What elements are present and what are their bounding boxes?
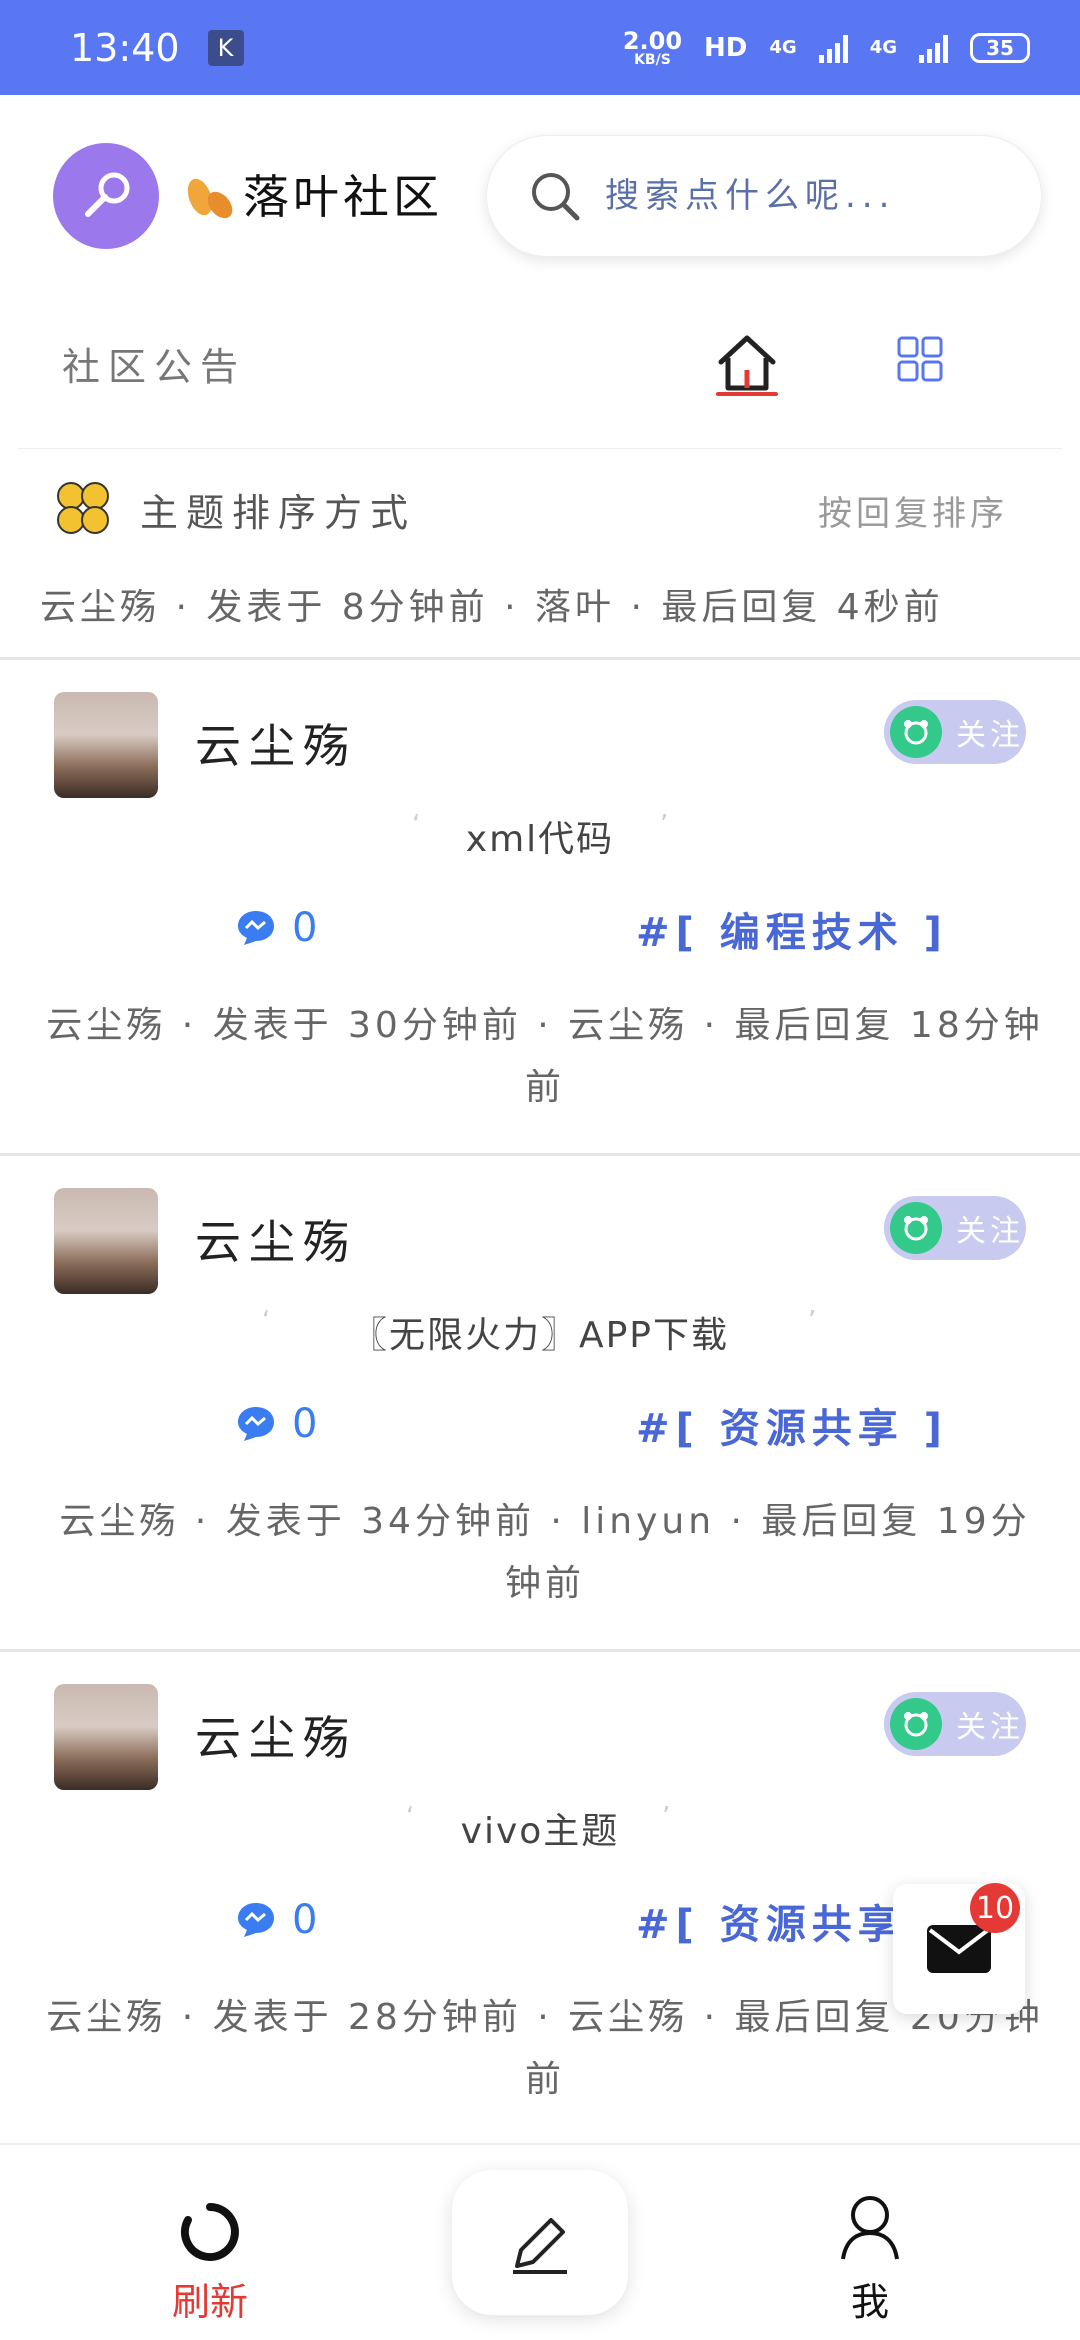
clock: 13:40 xyxy=(70,25,180,70)
microphone-icon xyxy=(85,172,130,217)
search-input[interactable] xyxy=(605,176,985,216)
search-icon xyxy=(532,173,580,221)
bear-icon xyxy=(890,1202,942,1254)
nav-me-label: 我 xyxy=(850,2280,889,2324)
nav-refresh[interactable]: 刷新 xyxy=(150,2201,270,2326)
comment-count-value: 0 xyxy=(292,1897,318,1943)
sort-title: 主题排序方式 xyxy=(140,491,417,535)
refresh-icon xyxy=(180,2203,239,2261)
post-card[interactable]: 云尘殇 关注 ‘ ’ xml代码 0 #[ 编程技术 ] 云尘殇 · 发表于 3… xyxy=(0,660,1080,1155)
sort-mode-button[interactable]: 按回复排序 xyxy=(818,486,1008,535)
post-card[interactable]: 云尘殇 关注 ‘ ’ 〖无限火力〗APP下载 0 #[ 资源共享 ] 云尘殇 ·… xyxy=(0,1156,1080,1651)
nav-refresh-label: 刷新 xyxy=(171,2280,248,2324)
nav-me[interactable]: 我 xyxy=(810,2193,930,2326)
tab-notice[interactable]: 社区公告 xyxy=(62,336,246,391)
network-speed-value: 2.00 xyxy=(622,26,683,55)
bear-icon xyxy=(890,706,942,758)
signal-2-icon xyxy=(919,33,948,63)
comment-icon xyxy=(238,911,274,945)
post-title[interactable]: vivo主题 xyxy=(0,1802,1080,1854)
post-title[interactable]: xml代码 xyxy=(0,810,1080,862)
post-title[interactable]: 〖无限火力〗APP下载 xyxy=(0,1306,1080,1358)
signal-1-icon xyxy=(818,33,848,63)
follow-label: 关注 xyxy=(956,718,1024,753)
home-tab-indicator xyxy=(716,392,778,396)
sort-meta: 云尘殇 · 发表于 8分钟前 · 落叶 · 最后回复 4秒前 xyxy=(40,587,944,628)
tab-row: 社区公告 xyxy=(0,300,1080,450)
comment-count[interactable]: 0 xyxy=(236,1897,317,1943)
signal-1-label: 4G xyxy=(769,37,797,58)
network-speed-unit: KB/S xyxy=(634,51,671,68)
status-bar: 13:40 K 2.00 KB/S HD 4G 4G 35 xyxy=(0,0,1080,95)
network-speed: 2.00 KB/S xyxy=(623,29,682,67)
compose-button[interactable] xyxy=(452,2170,628,2315)
clover-icon xyxy=(57,482,109,534)
follow-label: 关注 xyxy=(956,1710,1024,1745)
battery-icon: 35 xyxy=(970,32,1030,63)
post-meta: 云尘殇 · 发表于 34分钟前 · linyun · 最后回复 19分钟前 xyxy=(59,1501,1031,1604)
post-tag[interactable]: #[ 编程技术 ] xyxy=(636,900,948,958)
app-title: 落叶社区 xyxy=(243,170,443,224)
post-tag[interactable]: #[ 资源共享 ] xyxy=(636,1396,948,1454)
avatar[interactable] xyxy=(54,1188,158,1294)
app-header: 落叶社区 xyxy=(0,95,1080,295)
follow-button[interactable]: 关注 xyxy=(884,1692,1026,1756)
follow-button[interactable]: 关注 xyxy=(884,700,1026,764)
post-tag[interactable]: #[ 资源共享 xyxy=(636,1892,904,1950)
bear-icon xyxy=(890,1698,942,1750)
search-bar[interactable] xyxy=(486,135,1042,257)
home-icon[interactable] xyxy=(715,330,779,400)
post-author[interactable]: 云尘殇 xyxy=(195,1206,357,1272)
divider xyxy=(18,448,1062,449)
k-app-icon: K xyxy=(207,29,244,66)
leaf-icon xyxy=(187,178,233,219)
grid-icon[interactable] xyxy=(897,336,943,382)
post-author[interactable]: 云尘殇 xyxy=(195,710,357,776)
app-logo[interactable] xyxy=(53,143,159,249)
follow-label: 关注 xyxy=(956,1214,1024,1249)
post-author[interactable]: 云尘殇 xyxy=(195,1702,357,1768)
comment-icon xyxy=(238,1407,274,1441)
avatar[interactable] xyxy=(54,692,158,798)
hd-indicator: HD xyxy=(704,32,748,63)
comment-icon xyxy=(238,1903,274,1937)
comment-count-value: 0 xyxy=(292,1401,318,1447)
sort-section: 主题排序方式 按回复排序 云尘殇 · 发表于 8分钟前 · 落叶 · 最后回复 … xyxy=(0,460,1080,660)
comment-count-value: 0 xyxy=(292,905,318,951)
comment-count[interactable]: 0 xyxy=(236,905,317,951)
comment-count[interactable]: 0 xyxy=(236,1401,317,1447)
signal-2-label: 4G xyxy=(869,37,897,58)
mail-badge: 10 xyxy=(970,1883,1020,1933)
pencil-icon xyxy=(513,2217,567,2274)
post-meta: 云尘殇 · 发表于 30分钟前 · 云尘殇 · 最后回复 18分钟前 xyxy=(46,1005,1044,1108)
avatar[interactable] xyxy=(54,1684,158,1790)
follow-button[interactable]: 关注 xyxy=(884,1196,1026,1260)
bottom-nav: 刷新 我 xyxy=(0,2143,1080,2340)
user-icon xyxy=(841,2196,899,2260)
mail-icon xyxy=(927,1925,991,1973)
